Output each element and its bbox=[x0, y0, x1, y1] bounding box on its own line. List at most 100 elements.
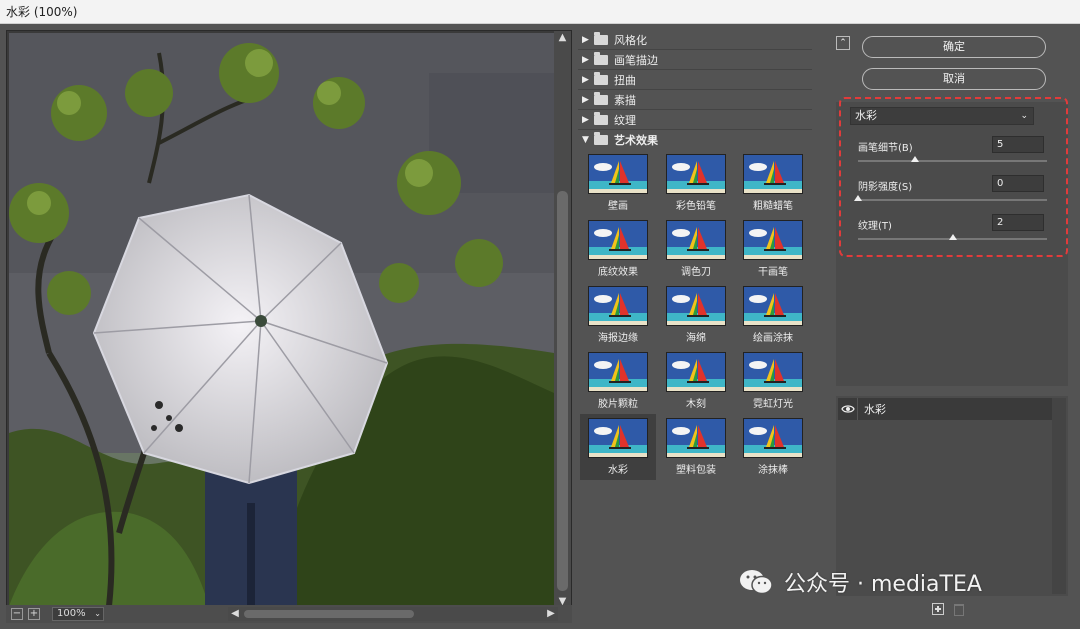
filter-thumb-label: 塑料包装 bbox=[676, 465, 716, 476]
filter-thumb[interactable]: 粗糙蜡笔 bbox=[735, 150, 811, 216]
category-stylize[interactable]: ▶ 风格化 bbox=[578, 30, 812, 50]
preview-image[interactable] bbox=[9, 33, 554, 606]
category-sketch[interactable]: ▶ 素描 bbox=[578, 90, 812, 110]
filter-preview-image bbox=[666, 220, 726, 260]
category-artistic[interactable]: ▼ 艺术效果 bbox=[578, 130, 812, 150]
zoom-value: 100% bbox=[57, 608, 86, 619]
filter-preview-image bbox=[588, 154, 648, 194]
effect-layer-row[interactable]: 水彩 bbox=[838, 398, 1052, 420]
filter-thumb[interactable]: 海报边缘 bbox=[580, 282, 656, 348]
eye-icon[interactable] bbox=[838, 398, 858, 420]
filter-thumb[interactable]: 木刻 bbox=[658, 348, 734, 414]
folder-icon bbox=[594, 111, 608, 125]
filter-thumb[interactable]: 干画笔 bbox=[735, 216, 811, 282]
filter-preview-image bbox=[743, 220, 803, 260]
preview-statusbar: − + 100% ⌄ ◀ ▶ bbox=[6, 605, 572, 623]
expand-triangle-icon: ▶ bbox=[582, 34, 589, 45]
vertical-scroll-thumb[interactable] bbox=[557, 191, 568, 591]
filter-thumb[interactable]: 水彩 bbox=[580, 414, 656, 480]
filter-preview-image bbox=[666, 286, 726, 326]
filter-thumb-label: 底纹效果 bbox=[598, 267, 638, 278]
category-distort[interactable]: ▶ 扭曲 bbox=[578, 70, 812, 90]
filter-preview-image bbox=[743, 154, 803, 194]
filter-thumb-label: 绘画涂抹 bbox=[753, 333, 793, 344]
watermark: 公众号 · mediaTEA bbox=[738, 566, 982, 598]
filter-thumb-label: 海绵 bbox=[686, 333, 706, 344]
folder-icon bbox=[594, 51, 608, 65]
ok-button[interactable]: 确定 bbox=[862, 36, 1046, 58]
filter-thumb-label: 干画笔 bbox=[758, 267, 788, 278]
preview-horizontal-scrollbar[interactable]: ◀ ▶ bbox=[228, 607, 558, 621]
filter-preview-image bbox=[666, 418, 726, 458]
layer-tools bbox=[932, 603, 964, 616]
category-label: 素描 bbox=[614, 93, 636, 107]
filter-thumb-label: 涂抹棒 bbox=[758, 465, 788, 476]
filter-preview-image bbox=[743, 286, 803, 326]
filter-thumb[interactable]: 绘画涂抹 bbox=[735, 282, 811, 348]
expand-triangle-icon: ▶ bbox=[582, 74, 589, 85]
filter-thumb[interactable]: 调色刀 bbox=[658, 216, 734, 282]
chevron-down-icon: ⌄ bbox=[94, 609, 101, 618]
filter-thumb[interactable]: 霓虹灯光 bbox=[735, 348, 811, 414]
filter-preview-image bbox=[588, 418, 648, 458]
collapse-gallery-icon[interactable]: ⌃ bbox=[836, 36, 850, 50]
window-title: 水彩 (100%) bbox=[0, 0, 1080, 24]
filter-thumb-label: 海报边缘 bbox=[598, 333, 638, 344]
filter-preview-image bbox=[588, 220, 648, 260]
filter-thumb-label: 彩色铅笔 bbox=[676, 201, 716, 212]
category-label: 风格化 bbox=[614, 33, 647, 47]
filter-thumbnails: 壁画 彩色铅笔 粗糙蜡笔底纹效果 调色刀 干画笔海报边缘 海绵 绘画涂抹胶片颗粒 木刻 霓虹灯光… bbox=[578, 150, 812, 496]
expand-triangle-icon: ▶ bbox=[582, 54, 589, 65]
scroll-up-icon[interactable]: ▲ bbox=[554, 31, 571, 45]
filter-thumb[interactable]: 海绵 bbox=[658, 282, 734, 348]
category-label: 扭曲 bbox=[614, 73, 636, 87]
filter-thumb[interactable]: 胶片颗粒 bbox=[580, 348, 656, 414]
filter-thumb[interactable]: 涂抹棒 bbox=[735, 414, 811, 480]
filter-preview-image bbox=[743, 352, 803, 392]
wechat-icon bbox=[738, 568, 774, 596]
preview-vertical-scrollbar[interactable]: ▲ ▼ bbox=[554, 31, 571, 609]
zoom-in-button[interactable]: + bbox=[28, 608, 40, 620]
category-label: 艺术效果 bbox=[614, 134, 658, 147]
filter-thumb-label: 调色刀 bbox=[681, 267, 711, 278]
horizontal-scroll-thumb[interactable] bbox=[244, 610, 414, 618]
filter-thumb[interactable]: 壁画 bbox=[580, 150, 656, 216]
folder-icon bbox=[594, 31, 608, 45]
filter-thumb-label: 壁画 bbox=[608, 201, 628, 212]
filter-preview-image bbox=[588, 352, 648, 392]
category-brush-strokes[interactable]: ▶ 画笔描边 bbox=[578, 50, 812, 70]
filter-thumb-label: 霓虹灯光 bbox=[753, 399, 793, 410]
filter-preview-image bbox=[588, 286, 648, 326]
folder-icon bbox=[594, 91, 608, 105]
scroll-left-icon[interactable]: ◀ bbox=[228, 607, 242, 621]
new-layer-icon[interactable] bbox=[932, 603, 944, 615]
folder-open-icon bbox=[594, 132, 608, 145]
filter-preview-image bbox=[666, 352, 726, 392]
expand-triangle-icon: ▶ bbox=[582, 94, 589, 105]
collapse-triangle-icon: ▼ bbox=[582, 135, 589, 145]
watermark-text: 公众号 · mediaTEA bbox=[784, 572, 982, 597]
highlight-annotation bbox=[839, 97, 1068, 257]
layers-scrollbar[interactable] bbox=[1052, 398, 1066, 594]
filter-thumb[interactable]: 底纹效果 bbox=[580, 216, 656, 282]
zoom-select[interactable]: 100% ⌄ bbox=[52, 607, 104, 621]
filter-thumb[interactable]: 塑料包装 bbox=[658, 414, 734, 480]
category-texture[interactable]: ▶ 纹理 bbox=[578, 110, 812, 130]
filter-preview-image bbox=[666, 154, 726, 194]
trash-icon[interactable] bbox=[954, 604, 964, 616]
filter-preview-image bbox=[743, 418, 803, 458]
filter-gallery: ▶ 风格化 ▶ 画笔描边 ▶ 扭曲 ▶ 素描 ▶ 纹理 ▼ 艺术效果 壁画 彩色铅… bbox=[578, 30, 812, 610]
folder-icon bbox=[594, 71, 608, 85]
filter-thumb-label: 粗糙蜡笔 bbox=[753, 201, 793, 212]
scroll-right-icon[interactable]: ▶ bbox=[544, 607, 558, 621]
expand-triangle-icon: ▶ bbox=[582, 114, 589, 125]
filter-thumb[interactable]: 彩色铅笔 bbox=[658, 150, 734, 216]
preview-pane[interactable]: ▲ ▼ bbox=[6, 30, 572, 610]
zoom-out-button[interactable]: − bbox=[11, 608, 23, 620]
filter-thumb-label: 水彩 bbox=[608, 465, 628, 476]
category-label: 纹理 bbox=[614, 113, 636, 127]
cancel-button[interactable]: 取消 bbox=[862, 68, 1046, 90]
effect-layer-name: 水彩 bbox=[864, 403, 886, 416]
filter-thumb-label: 胶片颗粒 bbox=[598, 399, 638, 410]
category-label: 画笔描边 bbox=[614, 53, 658, 67]
